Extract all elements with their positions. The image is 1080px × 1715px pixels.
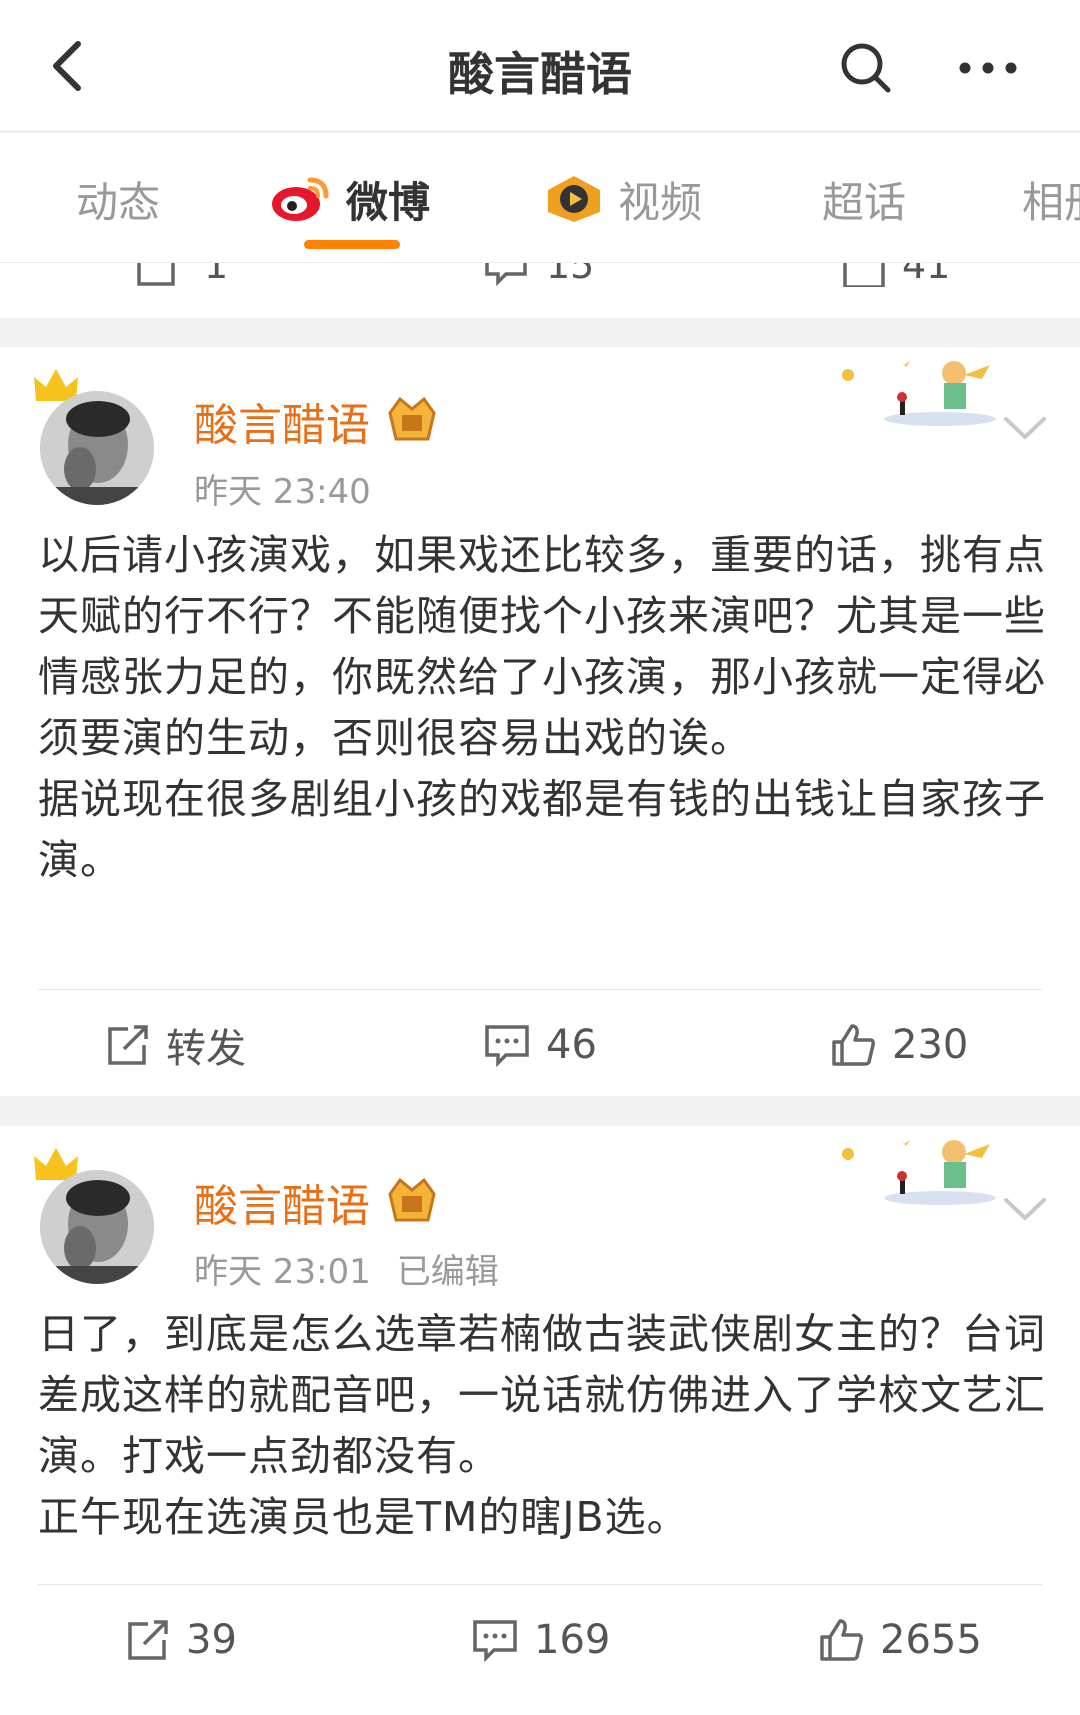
post-time: 昨天 23:40 — [194, 472, 371, 512]
vip-crown-badge-icon — [388, 396, 436, 441]
tab-weibo[interactable]: 微博 — [270, 169, 430, 229]
tab-super-topic[interactable]: 超话 — [822, 169, 906, 229]
author-name[interactable]: 酸言醋语 — [194, 1170, 370, 1234]
page-title: 酸言醋语 — [448, 47, 632, 101]
like-icon — [843, 263, 885, 287]
tab-label: 超话 — [822, 177, 907, 227]
comment-count: 15 — [546, 263, 595, 287]
like-button[interactable]: 41 — [842, 263, 950, 289]
post-card[interactable]: 酸言醋语 昨天 23:01 已编辑 日了，到底是怎么选章若楠做古装武侠剧女主的？台… — [0, 1126, 1080, 1715]
weibo-logo-icon — [272, 177, 329, 221]
like-button[interactable]: 2655 — [818, 1610, 982, 1670]
thumbs-up-icon — [820, 1619, 863, 1661]
post-paragraph: 日了，到底是怎么选章若楠做古装武侠剧女主的？台词差成这样的就配音吧，一说话就仿佛… — [38, 1310, 1046, 1480]
post-timestamp: 昨天 23:01 已编辑 — [194, 1244, 499, 1293]
author-name[interactable]: 酸言醋语 — [194, 389, 370, 453]
edited-label: 已编辑 — [396, 1252, 499, 1292]
tab-album[interactable]: 相册 — [1022, 169, 1080, 229]
like-count: 230 — [892, 1022, 969, 1068]
repost-count: 1 — [204, 263, 229, 287]
repost-icon — [137, 263, 175, 286]
post-paragraph: 正午现在选演员也是TM的瞎JB选。 — [38, 1493, 689, 1541]
avatar[interactable] — [40, 391, 154, 505]
tab-video[interactable]: 视频 — [544, 169, 702, 229]
comment-button[interactable]: 15 — [484, 263, 594, 289]
comment-button[interactable]: 46 — [484, 1015, 597, 1075]
post-body: 以后请小孩演戏，如果戏还比较多，重要的话，挑有点天赋的行不行？不能随便找个小孩来… — [38, 525, 1048, 891]
tab-label: 动态 — [76, 177, 161, 227]
tab-label: 相册 — [1022, 177, 1080, 227]
little-prince-decoration-icon — [842, 1138, 996, 1205]
post-body: 日了，到底是怎么选章若楠做古装武侠剧女主的？台词差成这样的就配音吧，一说话就仿佛… — [38, 1304, 1048, 1548]
active-tab-indicator — [304, 240, 400, 249]
repost-icon — [108, 1025, 148, 1065]
tab-label: 视频 — [618, 177, 703, 227]
tab-label: 微博 — [346, 177, 431, 227]
top-nav-bar: 酸言醋语 — [0, 0, 1080, 132]
comment-count: 46 — [546, 1022, 597, 1068]
avatar-portrait-icon — [40, 391, 154, 505]
comment-icon — [473, 1620, 517, 1662]
repost-count: 39 — [186, 1617, 237, 1663]
avatar-portrait-icon — [40, 1170, 154, 1284]
avatar[interactable] — [40, 1170, 154, 1284]
post-card[interactable]: 酸言醋语 昨天 23:40 以后请小孩演戏，如果戏还比较多，重要的话，挑有点天赋… — [0, 347, 1080, 1096]
comment-icon — [485, 263, 527, 286]
previous-post-actions: 1 15 41 — [0, 263, 1080, 318]
like-count: 41 — [902, 263, 951, 287]
divider — [38, 1584, 1042, 1585]
repost-icon — [128, 1620, 168, 1660]
repost-label: 转发 — [166, 1026, 246, 1072]
little-prince-decoration-icon — [842, 359, 996, 426]
search-icon[interactable] — [838, 40, 894, 96]
post-paragraph: 以后请小孩演戏，如果戏还比较多，重要的话，挑有点天赋的行不行？不能随便找个小孩来… — [38, 531, 1046, 762]
profile-tab-bar: 动态 微博 视频 超话 相册 — [0, 133, 1080, 263]
repost-button[interactable]: 转发 — [106, 1015, 246, 1075]
more-options-icon[interactable] — [955, 40, 1025, 96]
post-time: 昨天 23:01 — [194, 1252, 371, 1292]
like-count: 2655 — [880, 1617, 982, 1663]
vip-crown-badge-icon — [388, 1177, 436, 1222]
chevron-down-icon[interactable] — [1000, 407, 1050, 447]
repost-button[interactable]: 1 — [136, 263, 228, 289]
chevron-down-icon[interactable] — [1000, 1188, 1050, 1228]
comment-count: 169 — [534, 1617, 611, 1663]
repost-button[interactable]: 39 — [126, 1610, 237, 1670]
video-play-icon — [548, 176, 600, 222]
thumbs-up-icon — [832, 1024, 875, 1066]
tab-dynamics[interactable]: 动态 — [76, 169, 160, 229]
comment-icon — [485, 1025, 529, 1067]
comment-button[interactable]: 169 — [472, 1610, 610, 1670]
divider — [38, 989, 1042, 990]
post-paragraph: 据说现在很多剧组小孩的戏都是有钱的出钱让自家孩子演。 — [38, 775, 1046, 884]
post-timestamp: 昨天 23:40 — [194, 464, 397, 513]
like-button[interactable]: 230 — [830, 1015, 968, 1075]
